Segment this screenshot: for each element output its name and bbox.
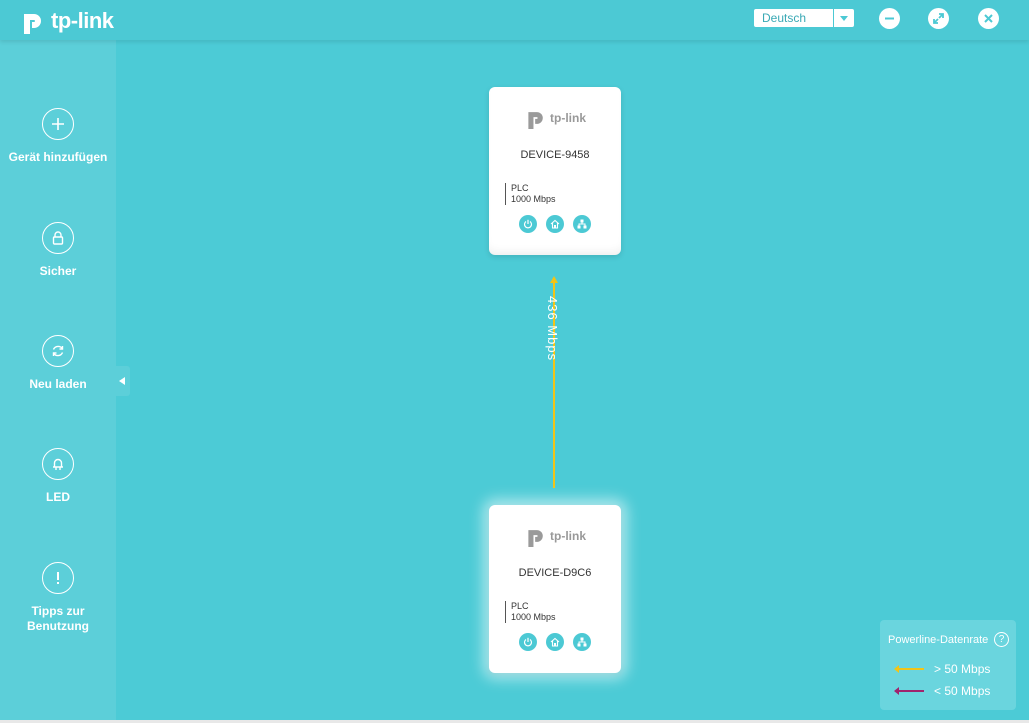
plus-icon	[42, 108, 74, 140]
link-rate-label: 436 Mbps	[545, 296, 560, 362]
refresh-icon	[42, 335, 74, 367]
legend-label: < 50 Mbps	[934, 684, 991, 698]
language-selected: Deutsch	[762, 11, 807, 25]
device-speed: 1000 Mbps	[511, 194, 556, 204]
expand-icon	[933, 13, 944, 24]
title-bar: tp-link Deutsch	[0, 0, 1029, 40]
device-speed: 1000 Mbps	[511, 612, 556, 622]
device-name: DEVICE-9458	[520, 149, 590, 161]
brand-name: tp-link	[51, 8, 114, 33]
device-status-icons	[519, 633, 591, 651]
device-info: PLC 1000 Mbps	[505, 601, 556, 623]
device-card[interactable]: tp-link DEVICE-9458 PLC 1000 Mbps	[489, 87, 621, 255]
sidebar-item-label: Sicher	[39, 264, 77, 278]
sidebar-item-tips[interactable]: Tipps zur Benutzung	[0, 562, 116, 634]
device-logo: tp-link	[525, 107, 586, 129]
sidebar-collapse-button[interactable]	[116, 366, 130, 396]
device-info: PLC 1000 Mbps	[505, 183, 556, 205]
device-logo: tp-link	[525, 525, 586, 547]
minimize-button[interactable]	[879, 8, 900, 29]
device-card[interactable]: tp-link DEVICE-D9C6 PLC 1000 Mbps	[489, 505, 621, 673]
close-icon	[984, 14, 993, 23]
help-icon[interactable]: ?	[994, 632, 1009, 647]
power-icon	[519, 215, 537, 233]
power-icon	[519, 633, 537, 651]
sidebar-item-label: Tipps zur Benutzung	[27, 604, 89, 633]
arrow-left-icon	[894, 687, 924, 695]
chevron-down-icon[interactable]	[833, 9, 854, 27]
sidebar-item-add-device[interactable]: Gerät hinzufügen	[0, 108, 116, 165]
device-logo-text: tp-link	[550, 111, 586, 125]
lock-icon	[42, 222, 74, 254]
minimize-icon	[885, 17, 894, 20]
sidebar-item-label: Gerät hinzufügen	[8, 150, 108, 164]
powerline-rate-legend: Powerline-Datenrate ? > 50 Mbps < 50 Mbp…	[880, 620, 1016, 710]
sidebar-item-led[interactable]: LED	[0, 448, 116, 505]
led-icon	[42, 448, 74, 480]
network-icon	[573, 633, 591, 651]
arrow-left-icon	[894, 665, 924, 673]
device-name: DEVICE-D9C6	[518, 567, 592, 579]
device-type: PLC	[511, 601, 529, 611]
language-select[interactable]: Deutsch	[754, 9, 854, 27]
network-icon	[573, 215, 591, 233]
device-status-icons	[519, 215, 591, 233]
tp-link-logo: tp-link	[20, 6, 114, 36]
tp-link-logo-icon	[528, 530, 543, 547]
sidebar-item-secure[interactable]: Sicher	[0, 222, 116, 279]
home-icon	[546, 215, 564, 233]
sidebar-item-reload[interactable]: Neu laden	[0, 335, 116, 392]
device-logo-text: tp-link	[550, 529, 586, 543]
home-icon	[546, 633, 564, 651]
legend-row-high: > 50 Mbps	[894, 662, 991, 676]
close-button[interactable]	[978, 8, 999, 29]
legend-title: Powerline-Datenrate	[888, 634, 989, 646]
restore-button[interactable]	[928, 8, 949, 29]
tp-link-logo-icon	[528, 112, 543, 129]
exclamation-icon	[42, 562, 74, 594]
device-type: PLC	[511, 183, 529, 193]
arrow-up-icon	[550, 276, 558, 283]
legend-row-low: < 50 Mbps	[894, 684, 991, 698]
tp-link-logo-icon	[24, 14, 41, 34]
sidebar: Gerät hinzufügen Sicher Neu laden LED Ti…	[0, 40, 116, 720]
sidebar-item-label: LED	[46, 490, 70, 504]
sidebar-item-label: Neu laden	[29, 377, 87, 391]
legend-label: > 50 Mbps	[934, 662, 991, 676]
